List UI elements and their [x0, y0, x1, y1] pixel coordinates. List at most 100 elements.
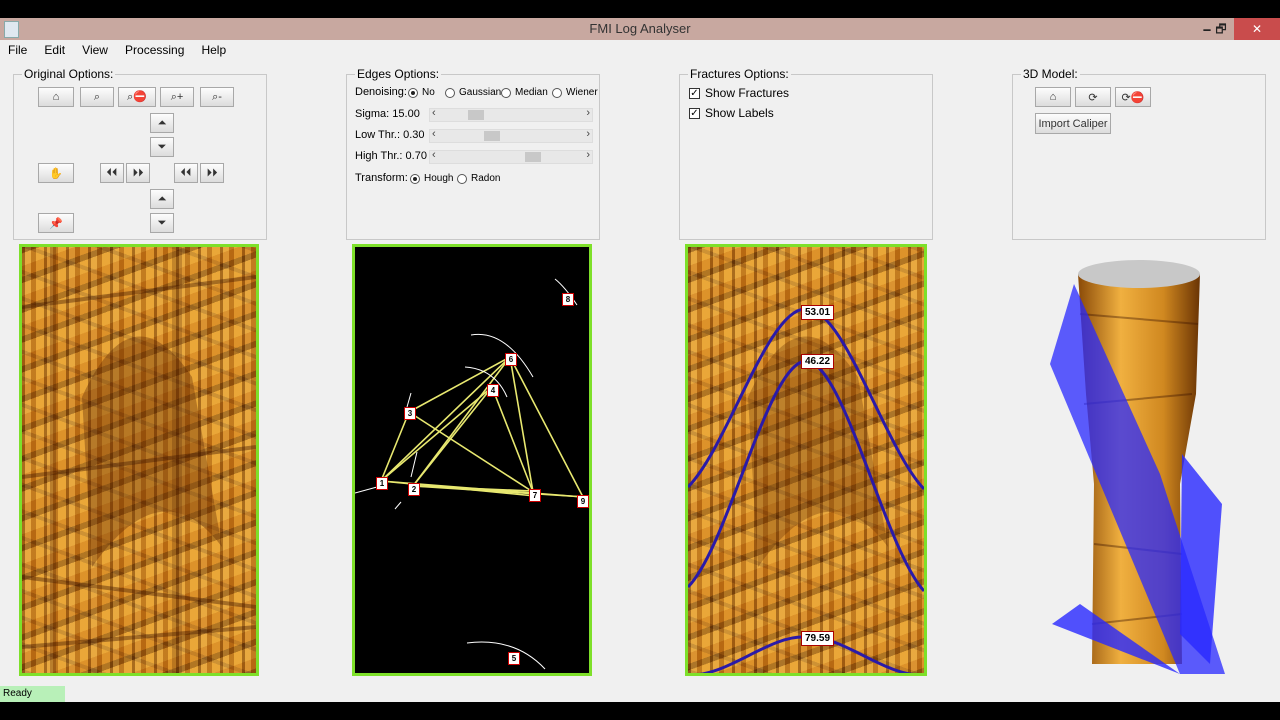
pin-icon: 📌	[49, 217, 63, 230]
slider-left-arrow[interactable]: ‹	[432, 149, 436, 161]
move-left-button-2[interactable]: ⏴⏴	[174, 163, 198, 183]
menu-edit[interactable]: Edit	[36, 40, 71, 60]
fracture-label: 46.22	[801, 354, 835, 369]
transform-hough-radio[interactable]: Hough	[410, 173, 453, 184]
right-double-icon: ⏵⏵	[132, 166, 144, 179]
left-double-icon: ⏴⏴	[106, 166, 118, 179]
radio-indicator	[408, 87, 418, 98]
zoom-reset-button[interactable]: ⌕⛔	[118, 87, 156, 107]
move-left-button[interactable]: ⏴⏴	[100, 163, 124, 183]
zoom-out-icon: ⌕-	[212, 90, 222, 103]
window-title: FMI Log Analyser	[589, 21, 691, 36]
move-down-up-button[interactable]: ⏶	[150, 189, 174, 209]
show-fractures-label: Show Fractures	[705, 86, 790, 100]
model-rotate-button[interactable]: ⟳	[1075, 87, 1111, 107]
menu-view[interactable]: View	[74, 40, 114, 60]
menu-help[interactable]: Help	[193, 40, 232, 60]
slider-right-arrow[interactable]: ›	[586, 107, 590, 119]
low-threshold-label: Low Thr.: 0.30	[355, 129, 425, 141]
zoom-in-icon: ⌕+	[170, 90, 184, 103]
menu-file[interactable]: File	[0, 40, 33, 60]
import-caliper-button[interactable]: Import Caliper	[1035, 113, 1111, 134]
transform-hough-label: Hough	[424, 173, 454, 184]
move-up-down-button[interactable]: ⏷	[150, 137, 174, 157]
pan-icon: ✋	[49, 167, 63, 180]
fracture-label: 79.59	[801, 631, 835, 646]
show-fractures-checkbox[interactable]: ✓ Show Fractures	[689, 86, 789, 100]
denoising-wiener-radio[interactable]: Wiener	[552, 87, 598, 98]
transform-radon-label: Radon	[471, 173, 501, 184]
show-labels-checkbox[interactable]: ✓ Show Labels	[689, 106, 774, 120]
zoom-in-button[interactable]: ⌕+	[160, 87, 194, 107]
down-double-icon: ⏷	[157, 216, 167, 229]
borehole-3d	[1050, 260, 1225, 674]
denoising-wiener-label: Wiener	[566, 87, 598, 98]
show-labels-label: Show Labels	[705, 106, 774, 120]
maximize-button[interactable]: 🗗	[1206, 18, 1236, 40]
menu-processing[interactable]: Processing	[117, 40, 190, 60]
sigma-thumb[interactable]	[468, 110, 485, 120]
denoising-median-radio[interactable]: Median	[501, 87, 548, 98]
up-double-icon: ⏶	[157, 116, 167, 129]
original-image-panel[interactable]	[19, 244, 259, 676]
model3d-title: 3D Model:	[1021, 67, 1080, 81]
checkbox-indicator: ✓	[689, 107, 700, 119]
zoom-out-button[interactable]: ⌕-	[200, 87, 234, 107]
edge-marker: 2	[408, 483, 420, 496]
slider-right-arrow[interactable]: ›	[586, 149, 590, 161]
close-button[interactable]: ✕	[1234, 18, 1280, 40]
edges-options-group: Edges Options: Denoising: No Gaussian Me…	[346, 67, 600, 240]
zoom-icon: ⌕	[93, 90, 101, 103]
edges-image-panel[interactable]: 1 2 3 4 5 6 7 8 9	[352, 244, 592, 676]
move-right-button[interactable]: ⏵⏵	[126, 163, 150, 183]
home-button[interactable]: ⌂	[38, 87, 74, 107]
original-image-overlay	[22, 247, 256, 673]
left-double-icon: ⏴⏴	[180, 166, 192, 179]
edge-marker: 3	[404, 407, 416, 420]
model3d-options-group: 3D Model: ⌂ ⟳ ⟳⛔ Import Caliper	[1012, 67, 1266, 240]
edge-marker: 7	[529, 489, 541, 502]
edges-lines	[355, 278, 586, 670]
low-threshold-slider[interactable]: ‹ ›	[429, 128, 593, 143]
checkbox-indicator: ✓	[689, 87, 700, 99]
fractures-options-title: Fractures Options:	[688, 67, 791, 81]
rotate-icon: ⟳	[1088, 91, 1098, 104]
transform-label: Transform:	[355, 172, 408, 184]
high-threshold-slider[interactable]: ‹ ›	[429, 149, 593, 164]
pan-button[interactable]: ✋	[38, 163, 74, 183]
title-bar: FMI Log Analyser 🗕 🗗 ✕	[0, 18, 1280, 40]
radio-indicator	[457, 173, 467, 184]
fractures-image-panel[interactable]: 53.01 46.22 79.59	[685, 244, 927, 676]
down-double-icon: ⏷	[157, 140, 167, 153]
original-options-title: Original Options:	[22, 67, 116, 81]
edge-marker: 9	[577, 495, 589, 508]
edge-marker: 6	[505, 353, 517, 366]
model-home-button[interactable]: ⌂	[1035, 87, 1071, 107]
app-window: FMI Log Analyser 🗕 🗗 ✕ File Edit View Pr…	[0, 18, 1280, 702]
edge-marker: 5	[508, 652, 520, 665]
model3d-view[interactable]	[1040, 244, 1240, 684]
zoom-reset-icon: ⌕⛔	[127, 91, 147, 103]
home-icon: ⌂	[52, 91, 60, 103]
denoising-no-radio[interactable]: No	[408, 87, 435, 98]
sigma-slider[interactable]: ‹ ›	[429, 107, 593, 122]
move-right-button-2[interactable]: ⏵⏵	[200, 163, 224, 183]
move-up-button[interactable]: ⏶	[150, 113, 174, 133]
rotate-reset-icon: ⟳⛔	[1121, 91, 1145, 104]
model-reset-rotation-button[interactable]: ⟳⛔	[1115, 87, 1151, 107]
transform-radon-radio[interactable]: Radon	[457, 173, 500, 184]
low-threshold-thumb[interactable]	[484, 131, 501, 141]
status-bar: Ready	[0, 686, 65, 702]
denoising-gaussian-radio[interactable]: Gaussian	[445, 87, 501, 98]
zoom-button[interactable]: ⌕	[80, 87, 114, 107]
slider-left-arrow[interactable]: ‹	[432, 128, 436, 140]
fracture-label: 53.01	[801, 305, 835, 320]
denoising-label: Denoising:	[355, 86, 407, 98]
slider-right-arrow[interactable]: ›	[586, 128, 590, 140]
high-threshold-thumb[interactable]	[524, 152, 541, 162]
denoising-median-label: Median	[515, 87, 548, 98]
pin-button[interactable]: 📌	[38, 213, 74, 233]
high-threshold-label: High Thr.: 0.70	[355, 150, 427, 162]
slider-left-arrow[interactable]: ‹	[432, 107, 436, 119]
move-down-button[interactable]: ⏷	[150, 213, 174, 233]
